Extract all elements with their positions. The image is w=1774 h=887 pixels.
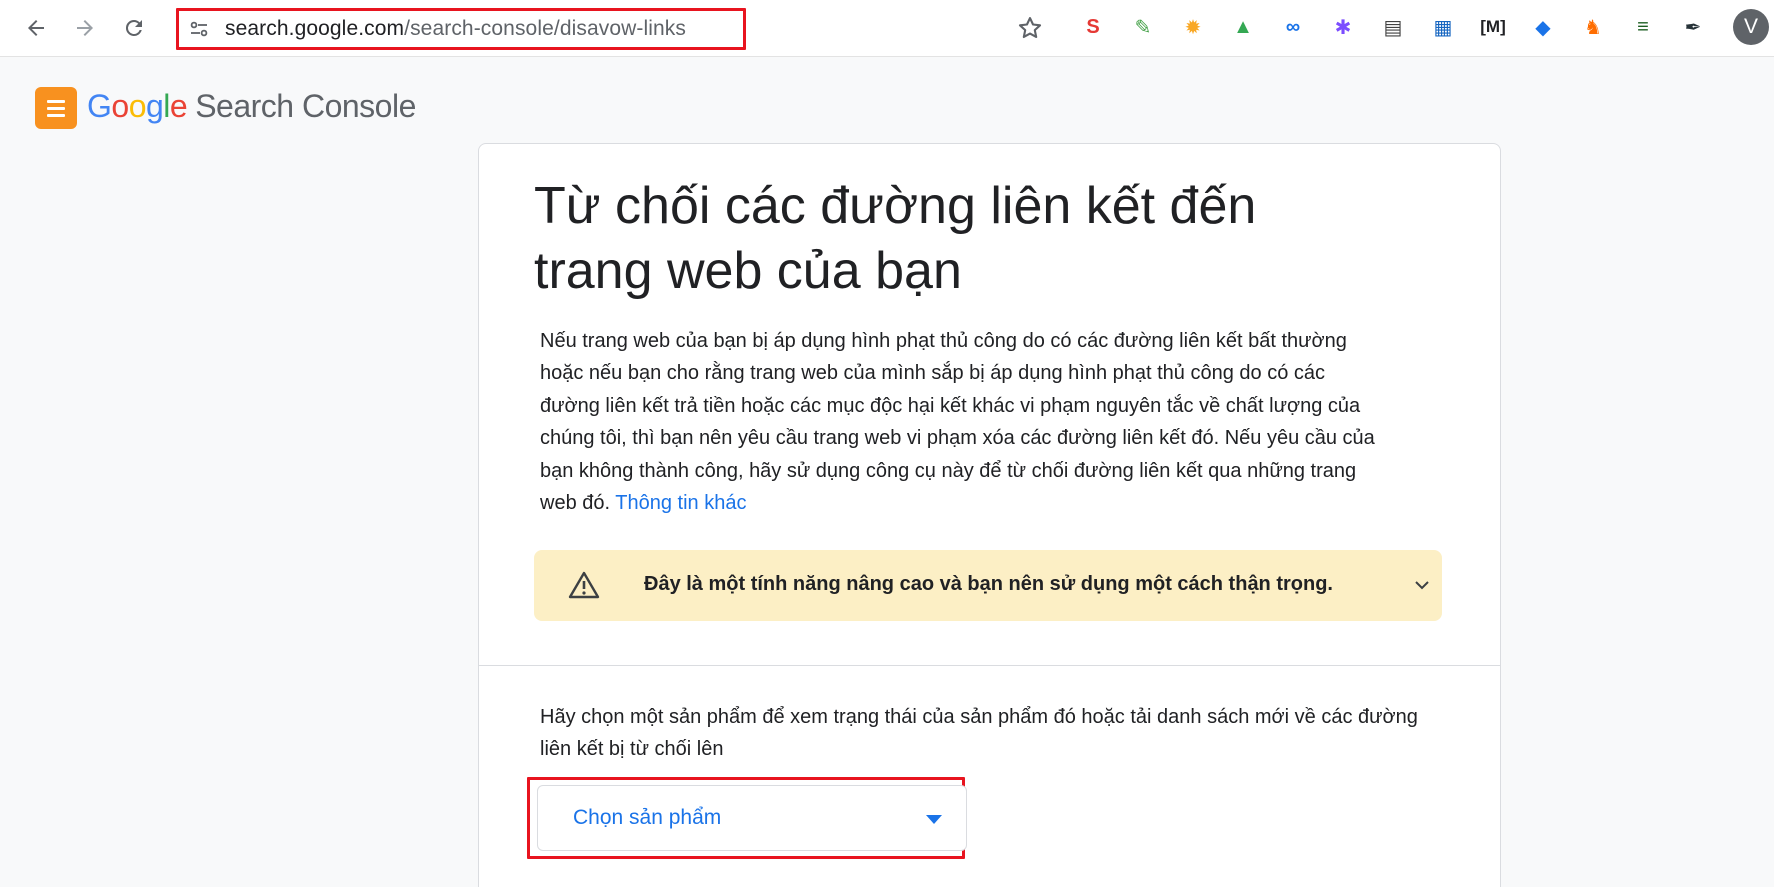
leaf-extension-icon[interactable]: ✎: [1128, 12, 1158, 42]
disavow-card: Từ chối các đường liên kết đến trang web…: [478, 143, 1501, 887]
url-text: search.google.com/search-console/disavow…: [225, 17, 686, 41]
site-settings-icon[interactable]: [187, 17, 211, 41]
logo-letter: o: [111, 88, 129, 124]
product-select-label: Chọn sản phẩm: [573, 806, 722, 829]
gear-extension-icon[interactable]: ✱: [1328, 12, 1358, 42]
address-bar[interactable]: search.google.com/search-console/disavow…: [176, 8, 746, 50]
section-divider: [479, 665, 1500, 666]
link-extension-icon[interactable]: ∞: [1278, 12, 1308, 42]
forward-button[interactable]: [66, 9, 104, 47]
s-extension-icon[interactable]: S: [1078, 12, 1108, 42]
browser-toolbar: search.google.com/search-console/disavow…: [0, 0, 1774, 57]
tag-extension-icon[interactable]: ◆: [1528, 12, 1558, 42]
fox-extension-icon[interactable]: ♞: [1578, 12, 1608, 42]
logo-letter: e: [169, 88, 188, 124]
menu-line: [47, 106, 65, 110]
arrow-left-icon: [28, 20, 44, 36]
arrow-right-icon: [77, 20, 93, 36]
clipboard-extension-icon[interactable]: ▤: [1378, 12, 1408, 42]
logo-letter: o: [128, 88, 147, 124]
sheet-extension-icon[interactable]: ≡: [1628, 12, 1658, 42]
calendar-extension-icon[interactable]: ▦: [1428, 12, 1458, 42]
warning-text: Đây là một tính năng nâng cao và bạn nên…: [644, 573, 1333, 595]
page-title: Từ chối các đường liên kết đến trang web…: [534, 177, 1257, 300]
description: Nếu trang web của bạn bị áp dụng hình ph…: [540, 325, 1390, 519]
url-host: search.google.com: [225, 17, 405, 40]
bookmark-star-icon[interactable]: [1016, 14, 1044, 42]
search-console-logo[interactable]: Google Search Console: [87, 88, 416, 125]
menu-line: [47, 99, 65, 103]
url-path: /search-console/disavow-links: [404, 17, 686, 40]
product-select[interactable]: Chọn sản phẩm: [537, 785, 967, 851]
description-text: Nếu trang web của bạn bị áp dụng hình ph…: [540, 330, 1375, 515]
learn-more-link[interactable]: Thông tin khác: [615, 492, 746, 514]
reload-icon: [125, 19, 142, 36]
choose-product-prompt: Hãy chọn một sản phẩm để xem trạng thái …: [540, 706, 1418, 760]
advanced-feature-warning[interactable]: Đây là một tính năng nâng cao và bạn nên…: [534, 550, 1442, 621]
m-extension-icon[interactable]: [M]: [1478, 12, 1508, 42]
menu-button[interactable]: [35, 87, 77, 129]
reload-button[interactable]: [115, 9, 153, 47]
logo-letter: G: [87, 88, 112, 124]
warning-icon: [568, 571, 600, 599]
drive-extension-icon[interactable]: ▲: [1228, 12, 1258, 42]
logo-letter: g: [145, 88, 164, 124]
sun-extension-icon[interactable]: ✹: [1178, 12, 1208, 42]
menu-line: [47, 113, 65, 117]
back-button[interactable]: [17, 9, 55, 47]
logo-letter: l: [163, 88, 170, 124]
product-name: Search Console: [195, 88, 416, 124]
eyedropper-extension-icon[interactable]: ✒: [1678, 12, 1708, 42]
chevron-down-icon[interactable]: [1410, 573, 1434, 597]
profile-avatar[interactable]: V: [1733, 9, 1769, 45]
dropdown-arrow-icon: [926, 815, 942, 824]
